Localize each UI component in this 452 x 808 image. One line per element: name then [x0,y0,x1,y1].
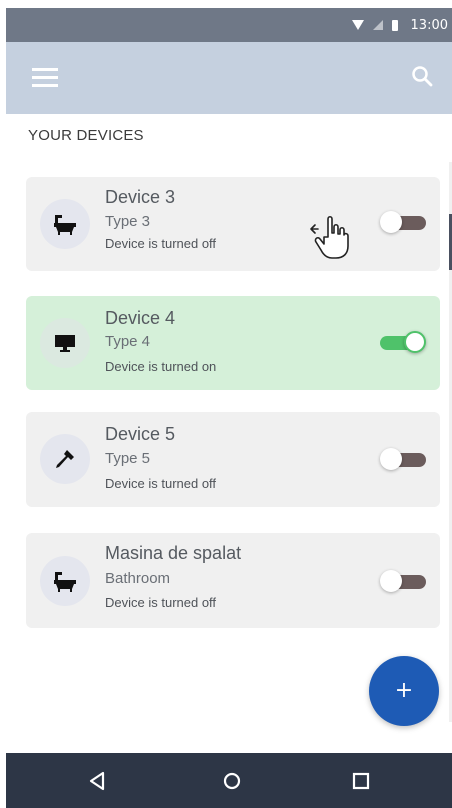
device-status: Device is turned on [105,359,217,374]
app-bar [6,42,452,114]
home-circle-icon[interactable] [221,770,243,792]
status-time: 13:00 [410,17,448,33]
device-avatar [40,199,90,249]
bathtub-icon [54,572,76,592]
device-power-toggle[interactable] [380,331,426,353]
signal-icon [372,20,383,30]
device-name: Masina de spalat [105,543,242,563]
device-type: Type 3 [105,213,151,230]
monitor-icon [55,335,75,352]
wifi-icon [351,20,364,30]
back-triangle-icon[interactable] [86,770,108,792]
device-status: Device is turned off [105,236,217,251]
status-icons: 13:00 [351,17,448,33]
device-type: Bathroom [105,570,171,587]
device-card-device-4[interactable]: Device 4 Type 4 Device is turned on [26,296,440,390]
device-card-device-5[interactable]: Device 5 Type 5 Device is turned off [26,412,440,507]
section-title: YOUR DEVICES [28,127,144,144]
status-bar: 13:00 [6,8,452,42]
toggle-knob [380,570,402,592]
search-icon[interactable] [410,64,434,88]
device-name: Device 4 [105,308,176,328]
plus-icon: + [394,678,414,703]
device-power-toggle[interactable] [380,211,426,233]
device-name: Device 5 [105,424,176,444]
toggle-knob [404,331,426,353]
device-name: Device 3 [105,187,176,207]
toggle-knob [380,211,402,233]
bathtub-icon [54,215,76,235]
device-power-toggle[interactable] [380,570,426,592]
recents-square-icon[interactable] [350,770,372,792]
add-device-button[interactable]: + [369,656,439,726]
device-type: Type 5 [105,450,151,467]
toggle-knob [380,448,402,470]
battery-icon [391,19,398,31]
device-avatar [40,434,90,484]
device-card-masina-de-spalat[interactable]: Masina de spalat Bathroom Device is turn… [26,533,440,628]
device-type: Type 4 [105,333,151,350]
device-card-device-3[interactable]: Device 3 Type 3 Device is turned off [26,177,440,271]
hammer-icon [56,450,74,468]
hamburger-menu-icon[interactable] [32,68,58,88]
device-avatar [40,318,90,368]
device-status: Device is turned off [105,476,217,491]
device-status: Device is turned off [105,595,217,610]
device-power-toggle[interactable] [380,448,426,470]
hand-pointer-cursor-icon [310,215,349,259]
system-nav-bar [6,753,452,808]
device-avatar [40,556,90,606]
